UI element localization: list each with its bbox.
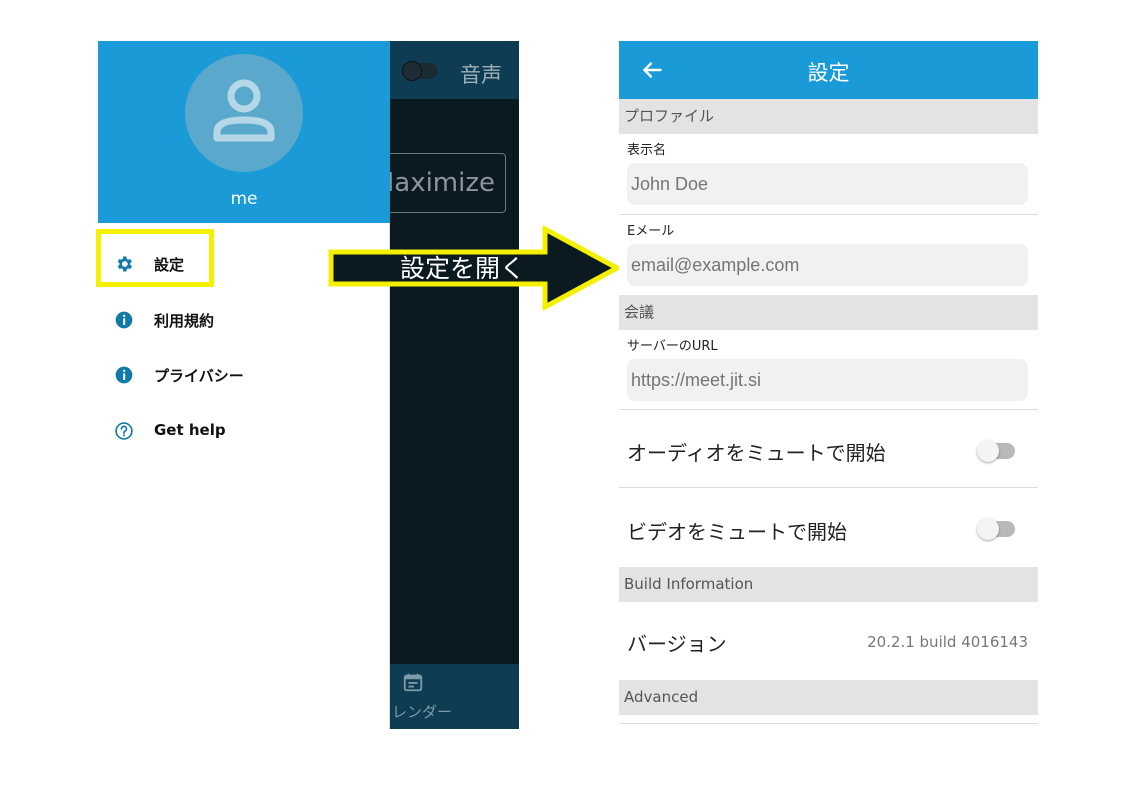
background-toggle-knob [402, 61, 422, 81]
divider [619, 723, 1038, 724]
switch-knob [977, 518, 999, 540]
display-name-label: 表示名 [627, 143, 667, 158]
settings-app-bar: 設定 [619, 41, 1038, 99]
start-audio-muted-switch[interactable] [977, 440, 1015, 462]
calendar-icon[interactable] [402, 671, 424, 693]
background-audio-toggle[interactable] [402, 61, 438, 81]
server-url-field[interactable] [627, 359, 1028, 401]
background-calendar-label: レンダー [392, 703, 453, 721]
annotation-highlight-box [96, 229, 214, 287]
background-audio-label: 音声 [460, 63, 502, 87]
page-title: 設定 [807, 61, 850, 85]
background-conference-view [390, 41, 519, 729]
divider [619, 409, 1038, 410]
section-header-advanced: Advanced [619, 680, 1038, 715]
drawer-item-label: プライバシー [154, 367, 244, 385]
section-header-profile: プロファイル [619, 99, 1038, 134]
display-name-field[interactable] [627, 163, 1028, 205]
version-label: バージョン [627, 632, 727, 656]
switch-knob [977, 440, 999, 462]
info-icon [115, 366, 133, 384]
drawer-item-get-help[interactable]: Get help [98, 409, 390, 453]
version-value: 20.2.1 build 4016143 [867, 633, 1028, 651]
left-screen: 音声 Maximize レンダー me 設定 利用規約 プライバシー Get h… [98, 41, 519, 729]
start-video-muted-label: ビデオをミュートで開始 [627, 520, 847, 544]
help-icon [115, 422, 133, 440]
drawer-header: me [98, 41, 390, 223]
server-url-label: サーバーのURL [627, 339, 718, 354]
email-label: Eメール [627, 224, 675, 239]
section-header-conference: 会議 [619, 295, 1038, 330]
divider [619, 214, 1038, 215]
start-audio-muted-label: オーディオをミュートで開始 [627, 441, 886, 465]
email-field[interactable] [627, 244, 1028, 286]
settings-screen: 設定 プロファイル 表示名 Eメール 会議 サーバーのURL オーディオをミュー… [619, 41, 1038, 729]
person-icon [213, 79, 275, 142]
divider [619, 487, 1038, 488]
start-video-muted-switch[interactable] [977, 518, 1015, 540]
section-header-build-information: Build Information [619, 567, 1038, 602]
navigation-drawer: me 設定 利用規約 プライバシー Get help [98, 41, 390, 729]
drawer-item-privacy[interactable]: プライバシー [98, 353, 390, 397]
info-icon [115, 311, 133, 329]
avatar[interactable] [185, 54, 303, 172]
annotation-arrow-label: 設定を開く [400, 254, 526, 283]
drawer-item-label: 利用規約 [154, 312, 215, 330]
drawer-item-label: Get help [154, 421, 226, 439]
drawer-username: me [230, 189, 258, 209]
